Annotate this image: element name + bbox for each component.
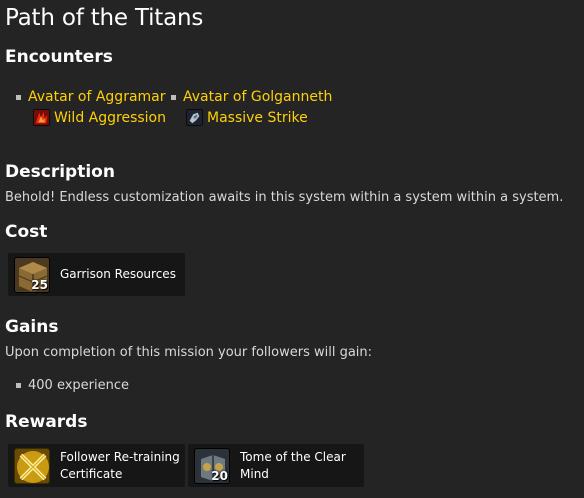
encounter-npc-aggramar[interactable]: Avatar of Aggramar [16,89,166,105]
reward-item-tome-of-the-clear-mind[interactable]: 20 Tome of the Clear Mind [188,444,364,487]
item-name-line-1: Tome of the Clear [240,449,346,464]
npc-name: Avatar of Golganneth [183,89,333,105]
armored-fist-icon [186,109,203,126]
cost-heading: Cost [5,222,48,242]
ability-label: Wild Aggression [54,109,166,126]
ability-wild-aggression[interactable]: Wild Aggression [33,109,166,126]
item-count: 20 [211,468,228,483]
mission-page: Path of the Titans Encounters Avatar of … [0,0,584,498]
ability-massive-strike[interactable]: Massive Strike [186,109,308,126]
bullet-icon [171,94,176,100]
description-heading: Description [5,162,115,182]
item-name: Follower Re-training Certificate [60,449,180,483]
gains-heading: Gains [5,317,59,337]
encounter-npc-golganneth[interactable]: Avatar of Golganneth [171,89,332,105]
red-fire-claw-icon [33,109,50,126]
bullet-icon [16,383,21,388]
encounters-heading: Encounters [5,47,113,67]
cost-item-garrison-resources[interactable]: 25 Garrison Resources [8,253,185,296]
ability-label: Massive Strike [207,109,308,126]
page-title: Path of the Titans [5,5,204,31]
wooden-crate-icon: 25 [14,256,50,293]
item-name-line-1: Follower Re-training [60,449,180,464]
bullet-icon [16,94,21,100]
tome-icon: 20 [194,447,230,484]
gains-item-experience: 400 experience [16,378,129,393]
reward-item-retraining-certificate[interactable]: Follower Re-training Certificate [8,444,185,487]
gain-label: 400 experience [28,378,129,393]
rewards-heading: Rewards [5,412,88,432]
item-name: Tome of the Clear Mind [240,449,346,483]
npc-name: Avatar of Aggramar [28,89,166,105]
crossed-swords-icon [14,447,50,484]
swords-graphic [15,448,49,483]
item-count: 25 [31,277,48,292]
description-text: Behold! Endless customization awaits in … [5,190,564,205]
gains-text: Upon completion of this mission your fol… [5,345,373,360]
item-name-line-2: Certificate [60,466,123,481]
item-name: Garrison Resources [60,267,176,281]
item-name-line-2: Mind [240,466,269,481]
